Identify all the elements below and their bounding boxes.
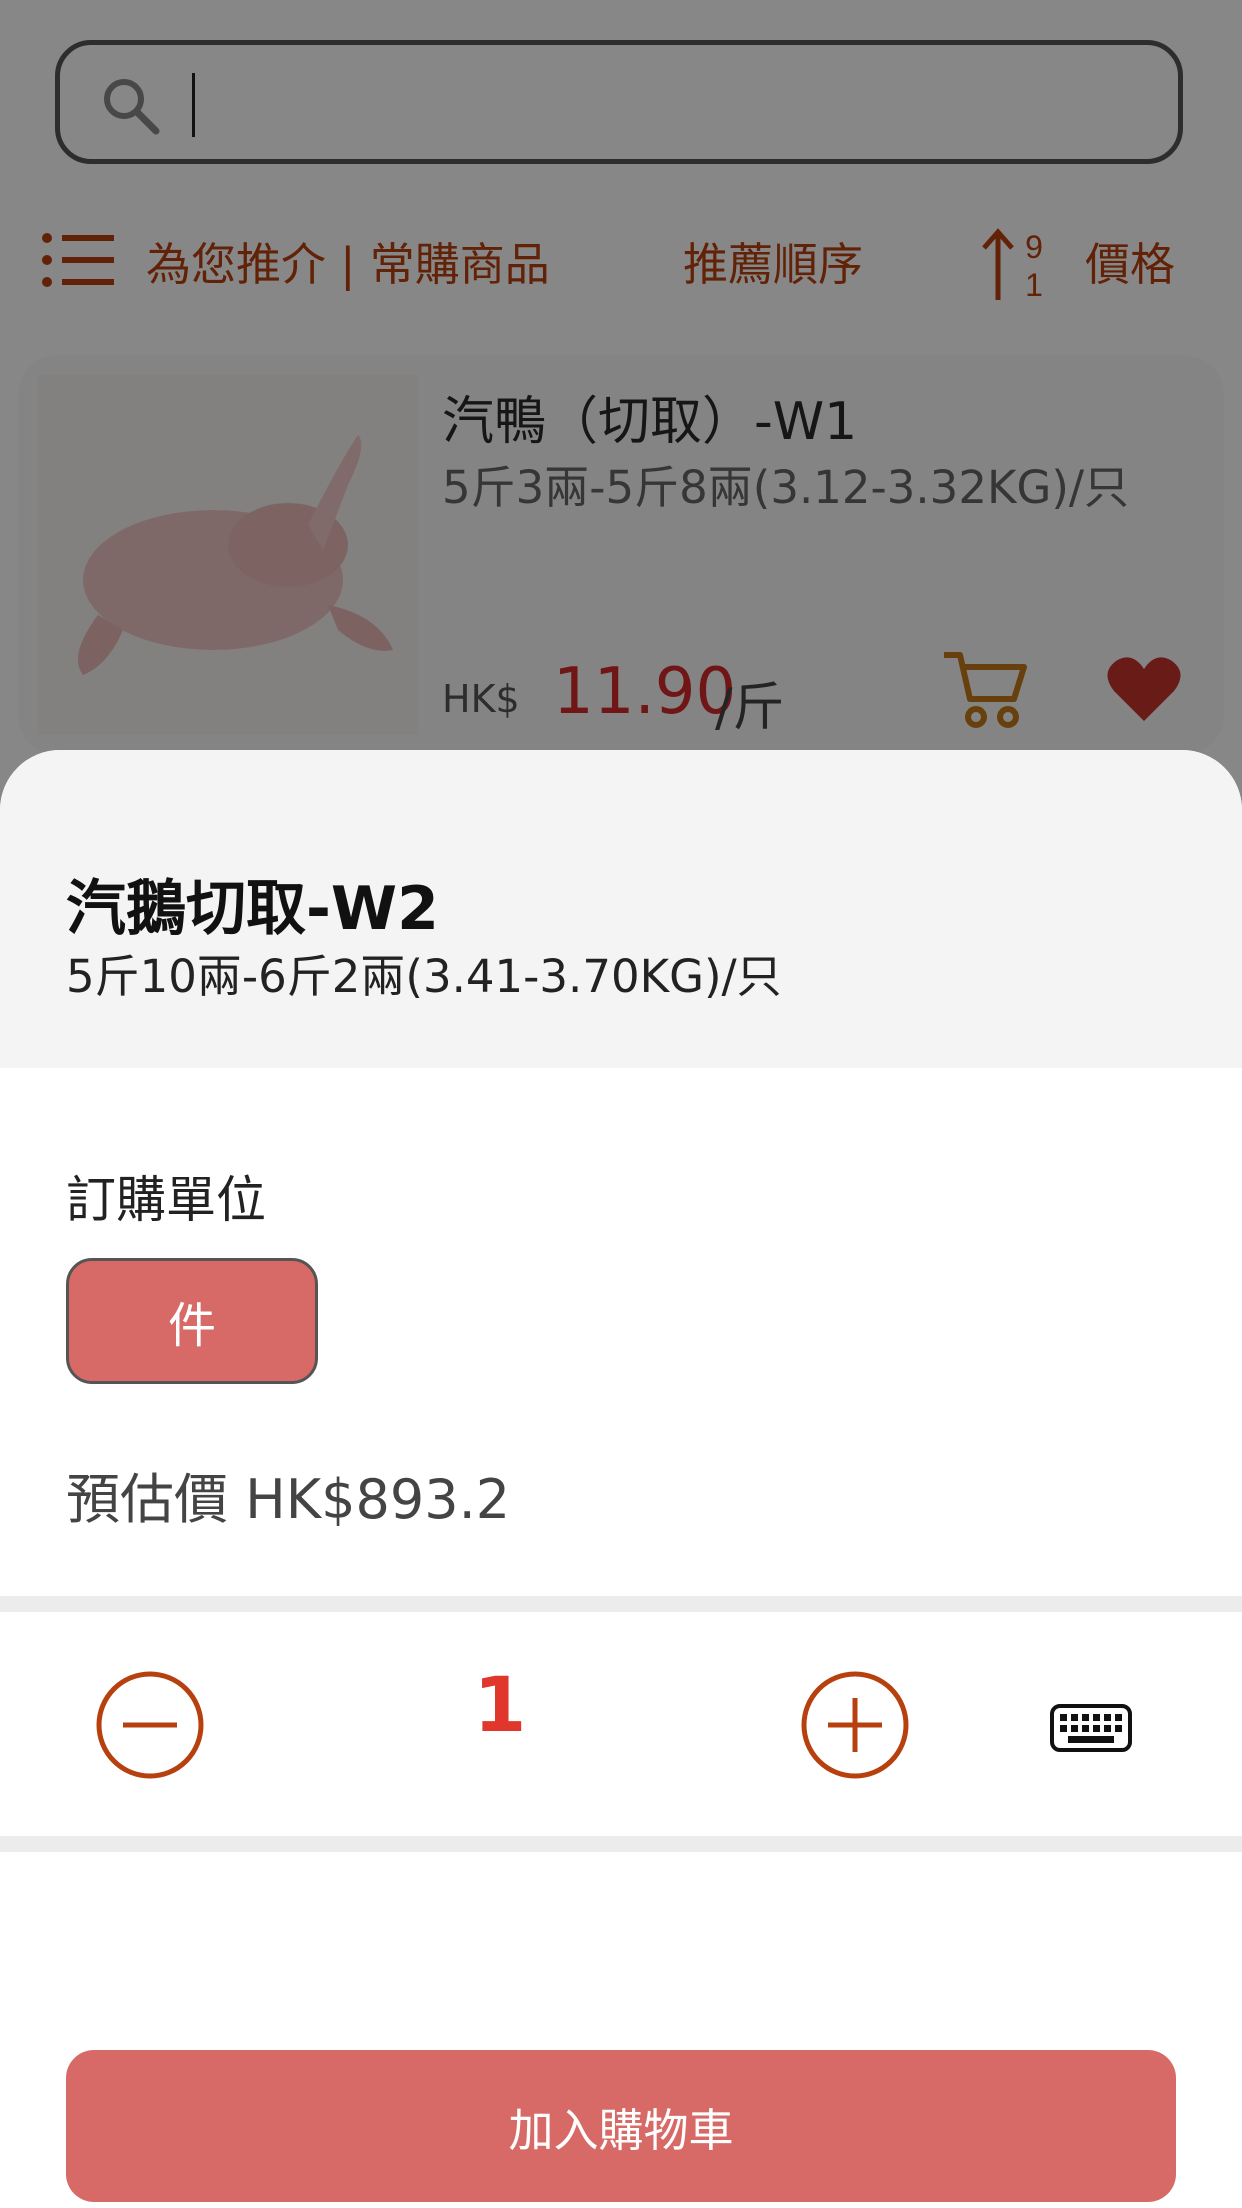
bottom-sheet: 汽鵝切取-W2 5斤10兩-6斤2兩(3.41-3.70KG)/只 訂購單位 件…	[0, 750, 1242, 2208]
divider	[0, 1596, 1242, 1612]
quantity-value[interactable]: 1	[430, 1660, 570, 1749]
order-unit-label: 訂購單位	[66, 1171, 266, 1229]
add-to-cart-button[interactable]: 加入購物車	[66, 2050, 1176, 2202]
sheet-product-title: 汽鵝切取-W2	[66, 874, 439, 944]
estimated-price: 預估價 HK$893.2	[66, 1468, 511, 1531]
sheet-header: 汽鵝切取-W2 5斤10兩-6斤2兩(3.41-3.70KG)/只	[0, 750, 1242, 1068]
plus-icon[interactable]	[800, 1670, 910, 1780]
keyboard-icon[interactable]	[1050, 1704, 1132, 1752]
sheet-product-spec: 5斤10兩-6斤2兩(3.41-3.70KG)/只	[66, 950, 782, 1003]
divider	[0, 1836, 1242, 1852]
unit-option-button[interactable]: 件	[66, 1258, 318, 1384]
quantity-stepper: 1	[0, 1612, 1242, 1836]
minus-icon[interactable]	[95, 1670, 205, 1780]
